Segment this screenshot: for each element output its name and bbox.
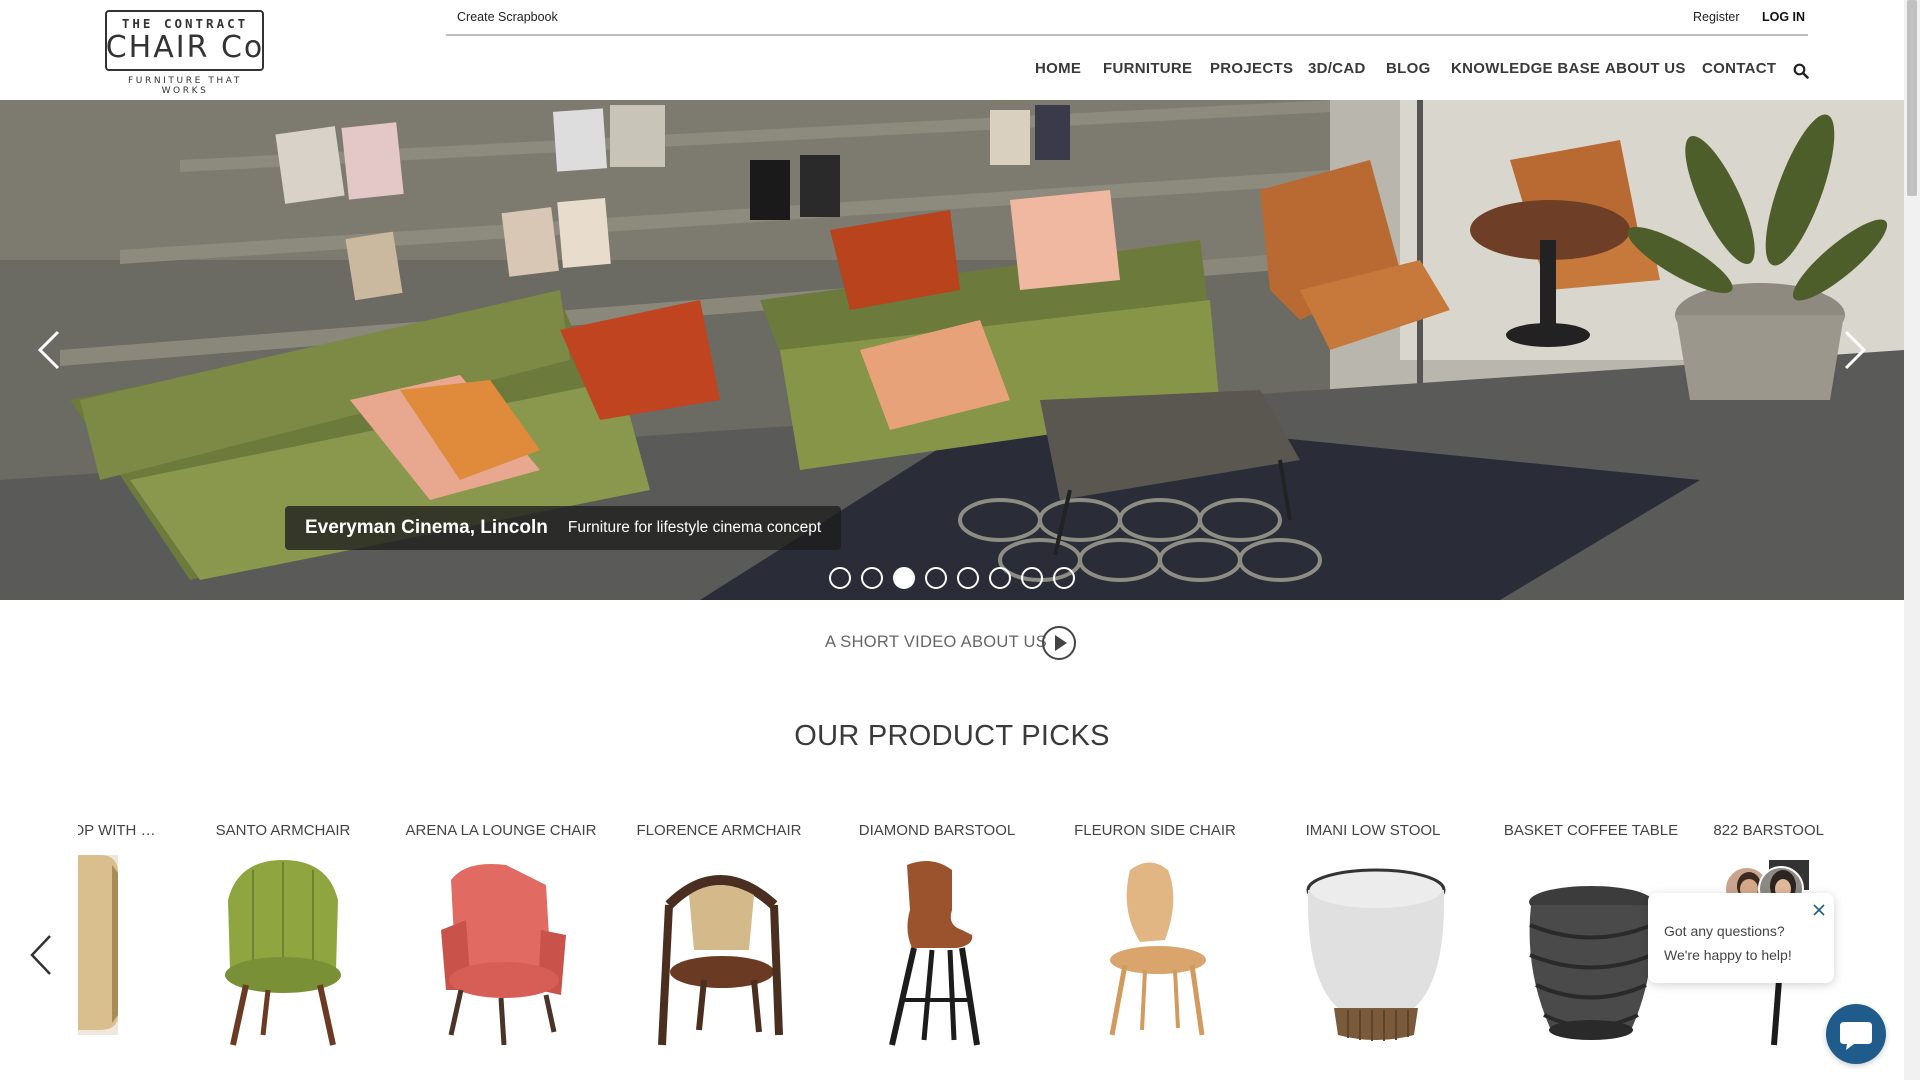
product-card[interactable]: IMANI LOW STOOL [1273, 820, 1473, 1060]
product-image-fleuron-side-chair [1109, 862, 1206, 1036]
logo-line-1: THE CONTRACT [121, 16, 249, 31]
slide-dot-1[interactable] [829, 567, 851, 589]
video-strip-shadow [660, 660, 1240, 670]
register-link[interactable]: Register [1693, 10, 1740, 24]
product-card[interactable]: FLEURON SIDE CHAIR [1055, 820, 1255, 1060]
top-utility-bar: Create Scrapbook Register LOG IN [446, 0, 1808, 36]
play-icon[interactable] [1041, 625, 1077, 661]
nav-contact[interactable]: CONTACT [1702, 60, 1776, 77]
slide-dot-4[interactable] [925, 567, 947, 589]
search-icon[interactable] [1793, 63, 1809, 79]
product-name: BASKET COFFEE TABLE [1503, 822, 1679, 839]
slide-dot-2[interactable] [861, 567, 883, 589]
product-image-imani-low-stool [1306, 868, 1446, 1041]
login-link[interactable]: LOG IN [1762, 10, 1805, 24]
product-name: DIAMOND BARSTOOL [858, 822, 1016, 839]
product-card[interactable]: FLORENCE ARMCHAIR [619, 820, 819, 1060]
chat-prompt-message: Got any questions? We're happy to help! [1664, 923, 1792, 963]
hero-caption: Everyman Cinema, Lincoln Furniture for l… [285, 506, 842, 550]
product-image-basket-coffee-table [1529, 886, 1653, 1040]
site-header: THE CONTRACT CHAIR Co FURNITURE THAT WOR… [0, 0, 1904, 100]
product-image-santo-armchair [225, 860, 341, 1046]
hero-caption-title: Everyman Cinema, Lincoln [305, 517, 548, 538]
video-strip: A SHORT VIDEO ABOUT US [0, 600, 1904, 670]
nav-about-us[interactable]: ABOUT US [1605, 60, 1686, 77]
hero-slider: Everyman Cinema, Lincoln Furniture for l… [0, 100, 1904, 600]
product-image-diamond-barstool [889, 861, 980, 1046]
product-image-florence-armchair [658, 875, 783, 1046]
product-carousel: ...OP WITH B... SANTO ARMCHAIR ARENA LA … [78, 820, 1824, 1080]
chat-prompt-bubble: Got any questions? We're happy to help! [1648, 893, 1834, 983]
slide-dot-8[interactable] [1053, 567, 1075, 589]
product-name: ...OP WITH B... [78, 822, 160, 839]
slider-pagination [829, 567, 1075, 589]
product-image-arena-lounge-chair [441, 864, 566, 1046]
slide-dot-6[interactable] [989, 567, 1011, 589]
product-card[interactable]: SANTO ARMCHAIR [183, 820, 383, 1060]
nav-furniture[interactable]: FURNITURE [1103, 60, 1192, 77]
chat-launcher-button[interactable] [1826, 1004, 1886, 1064]
close-icon[interactable] [1812, 903, 1826, 917]
nav-3d-cad[interactable]: 3D/CAD [1308, 60, 1366, 77]
nav-knowledge-base[interactable]: KNOWLEDGE BASE [1451, 60, 1600, 77]
create-scrapbook-link[interactable]: Create Scrapbook [457, 10, 558, 24]
product-name: ARENA LA LOUNGE CHAIR [405, 822, 597, 839]
product-card[interactable]: ARENA LA LOUNGE CHAIR [401, 820, 601, 1060]
nav-blog[interactable]: BLOG [1386, 60, 1431, 77]
scrollbar-thumb[interactable] [1907, 0, 1917, 196]
product-name: 822 BARSTOOL [1713, 822, 1824, 839]
product-name: IMANI LOW STOOL [1305, 822, 1441, 839]
page-scrollbar[interactable] [1904, 0, 1920, 1080]
slide-dot-3[interactable] [893, 567, 915, 589]
product-card[interactable]: ...OP WITH B... [78, 820, 160, 1060]
hero-next-arrow[interactable] [1834, 328, 1874, 372]
product-picks-title: OUR PRODUCT PICKS [794, 720, 1110, 752]
product-name: FLEURON SIDE CHAIR [1074, 822, 1236, 839]
nav-projects[interactable]: PROJECTS [1210, 60, 1293, 77]
product-name: SANTO ARMCHAIR [215, 822, 351, 839]
chat-icon [1840, 1022, 1872, 1050]
hero-prev-arrow[interactable] [30, 328, 70, 372]
products-prev-arrow[interactable] [22, 930, 62, 980]
product-name: FLORENCE ARMCHAIR [636, 822, 802, 839]
product-card[interactable]: DIAMOND BARSTOOL [837, 820, 1037, 1060]
slide-dot-5[interactable] [957, 567, 979, 589]
slide-dot-7[interactable] [1021, 567, 1043, 589]
nav-home[interactable]: HOME [1035, 60, 1081, 77]
main-navigation: HOME FURNITURE PROJECTS 3D/CAD BLOG KNOW… [0, 60, 1904, 80]
hero-caption-subtitle: Furniture for lifestyle cinema concept [567, 519, 822, 536]
video-link-label[interactable]: A SHORT VIDEO ABOUT US [825, 633, 1047, 652]
